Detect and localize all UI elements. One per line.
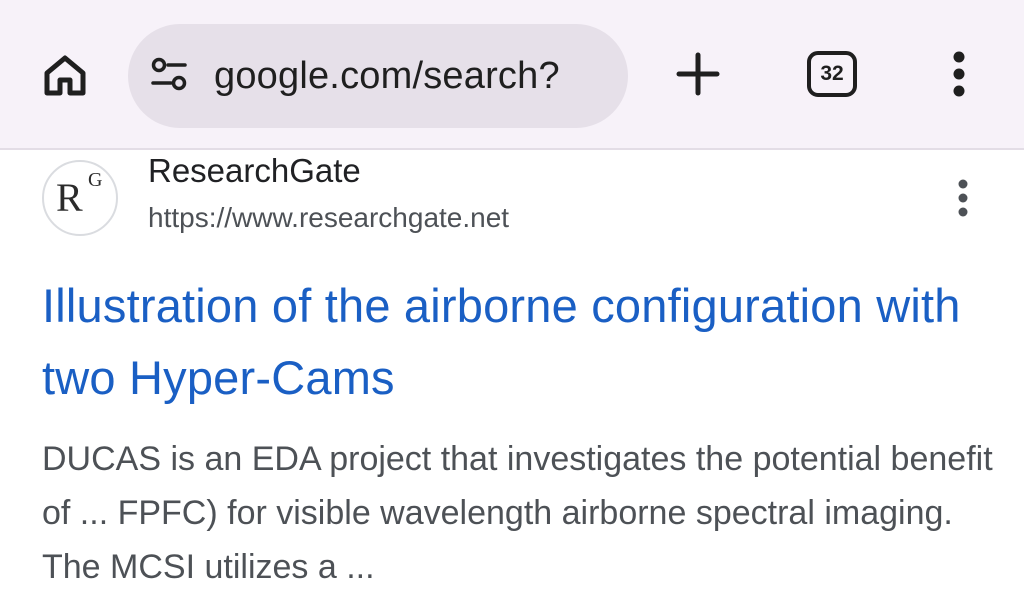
url-text[interactable]: google.com/search? bbox=[214, 55, 560, 98]
tab-count: 32 bbox=[820, 62, 844, 85]
tune-icon bbox=[147, 54, 191, 99]
result-menu-button[interactable] bbox=[946, 178, 980, 222]
result-site-name[interactable]: ResearchGate bbox=[148, 150, 361, 192]
home-button[interactable] bbox=[36, 48, 94, 106]
result-title-link[interactable]: Illustration of the airborne configurati… bbox=[42, 270, 1002, 414]
home-icon bbox=[41, 51, 89, 104]
plus-icon bbox=[674, 50, 722, 103]
result-site-url[interactable]: https://www.researchgate.net bbox=[148, 198, 509, 238]
browser-menu-button[interactable] bbox=[934, 46, 984, 106]
browser-toolbar: google.com/search? 32 bbox=[0, 0, 1024, 150]
favicon-letter-g: G bbox=[88, 169, 103, 191]
more-vert-icon bbox=[949, 50, 969, 103]
site-favicon[interactable]: R G bbox=[42, 160, 118, 236]
tab-switcher-button[interactable]: 32 bbox=[807, 51, 857, 97]
result-snippet: DUCAS is an EDA project that investigate… bbox=[42, 440, 993, 586]
favicon-letter-r: R bbox=[56, 175, 83, 220]
new-tab-button[interactable] bbox=[668, 46, 728, 106]
address-bar[interactable]: google.com/search? bbox=[128, 24, 628, 128]
more-vert-icon bbox=[956, 178, 970, 223]
site-info-button[interactable] bbox=[146, 53, 192, 99]
